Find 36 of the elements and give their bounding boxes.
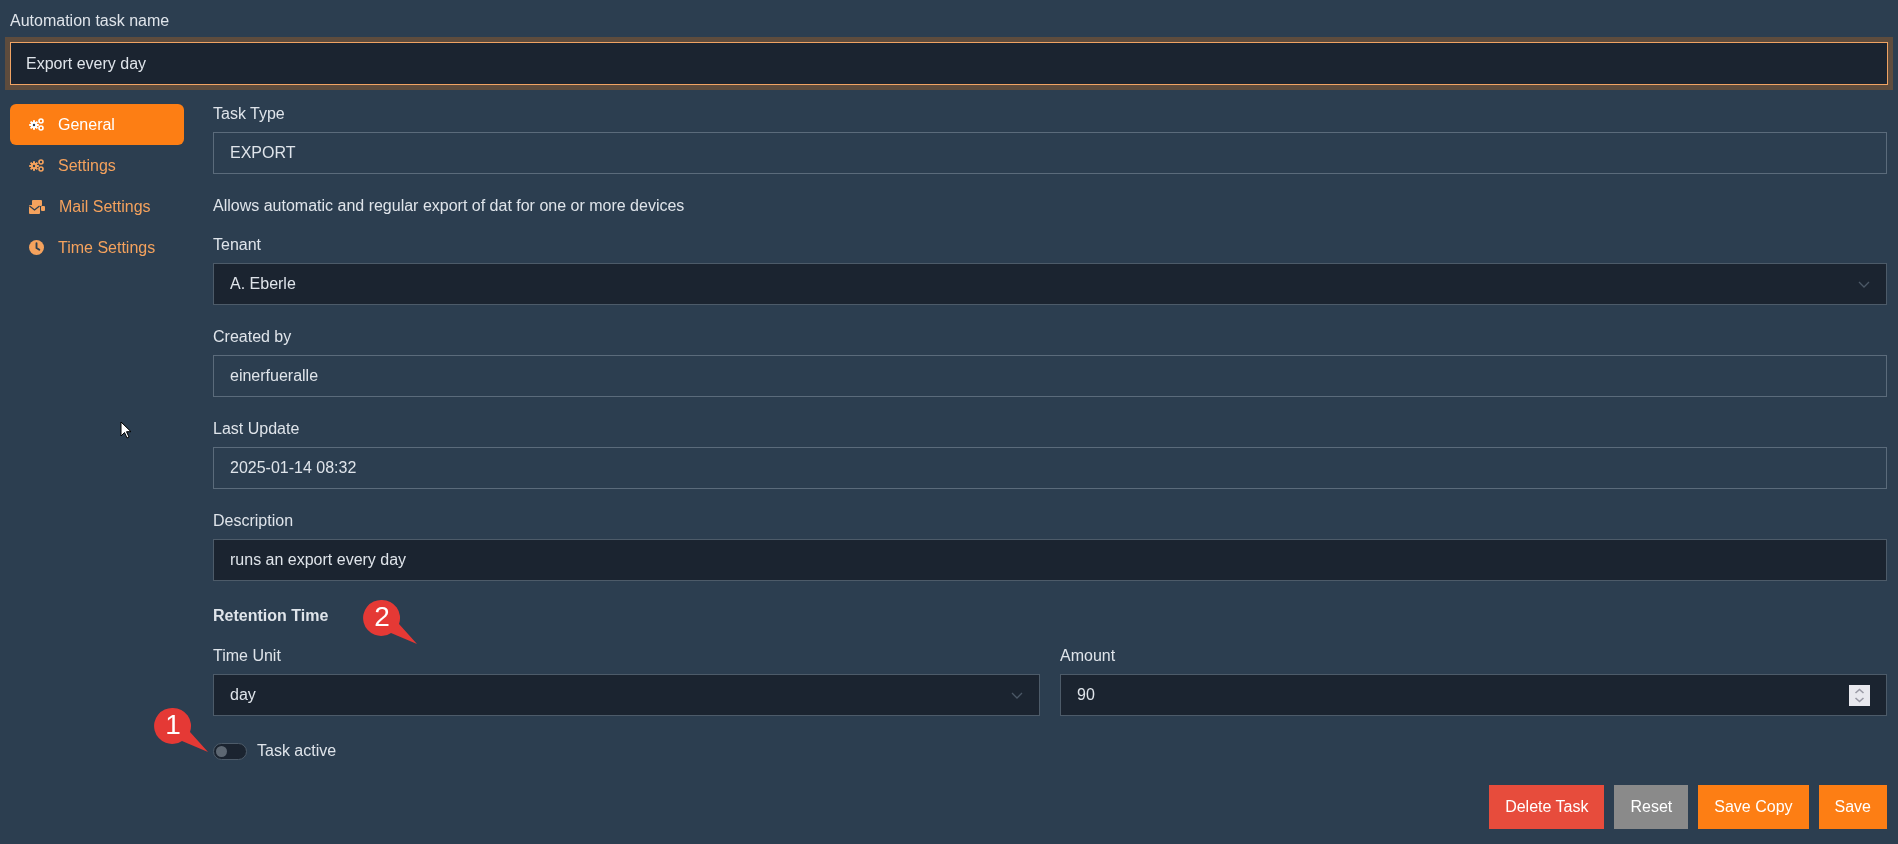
input-field[interactable]: 90 bbox=[1060, 674, 1887, 716]
chevron-down-icon bbox=[1011, 691, 1023, 699]
input-field[interactable]: einerfueralle bbox=[213, 355, 1887, 397]
field-label: Time Unit bbox=[213, 646, 281, 666]
field-label: Task Type bbox=[213, 104, 285, 124]
toggle-label: Task active bbox=[257, 741, 337, 761]
section-title: Retention Time bbox=[213, 606, 329, 626]
task-name-input[interactable]: Export every day bbox=[10, 42, 1888, 85]
field-label: Automation task name bbox=[10, 12, 170, 29]
clock-icon bbox=[29, 240, 44, 255]
mouse-cursor-icon bbox=[120, 421, 132, 439]
sidebar-tab[interactable]: Time Settings bbox=[10, 227, 184, 268]
annotation-number: 2 bbox=[373, 601, 391, 633]
input-field[interactable]: 2025-01-14 08:32 bbox=[213, 447, 1887, 489]
action-button[interactable]: Delete Task bbox=[1489, 785, 1605, 829]
gears-icon bbox=[29, 159, 44, 172]
toggle-switch[interactable] bbox=[213, 742, 247, 760]
pin-marker-icon bbox=[362, 598, 418, 646]
spinner-icon[interactable] bbox=[1849, 684, 1870, 706]
select-field[interactable]: day bbox=[213, 674, 1040, 716]
sidebar-tab[interactable]: Settings bbox=[10, 145, 184, 186]
field-label: Description bbox=[213, 511, 294, 531]
chevron-down-icon bbox=[1858, 280, 1870, 288]
field-label: Tenant bbox=[213, 235, 262, 255]
input-field[interactable]: runs an export every day bbox=[213, 539, 1887, 581]
pin-marker-icon bbox=[153, 706, 209, 754]
annotation-number: 1 bbox=[164, 709, 182, 741]
select-field[interactable]: A. Eberle bbox=[213, 263, 1887, 305]
description-text: Allows automatic and regular export of dat for one or more devices bbox=[213, 196, 685, 216]
field-label: Amount bbox=[1060, 646, 1116, 666]
input-field[interactable]: EXPORT bbox=[213, 132, 1887, 174]
gears-icon bbox=[29, 118, 44, 131]
sidebar-tab[interactable]: Mail Settings bbox=[10, 186, 184, 227]
field-label: Last Update bbox=[213, 419, 300, 439]
mail-stack-icon bbox=[29, 199, 45, 214]
field-label: Created by bbox=[213, 327, 292, 347]
